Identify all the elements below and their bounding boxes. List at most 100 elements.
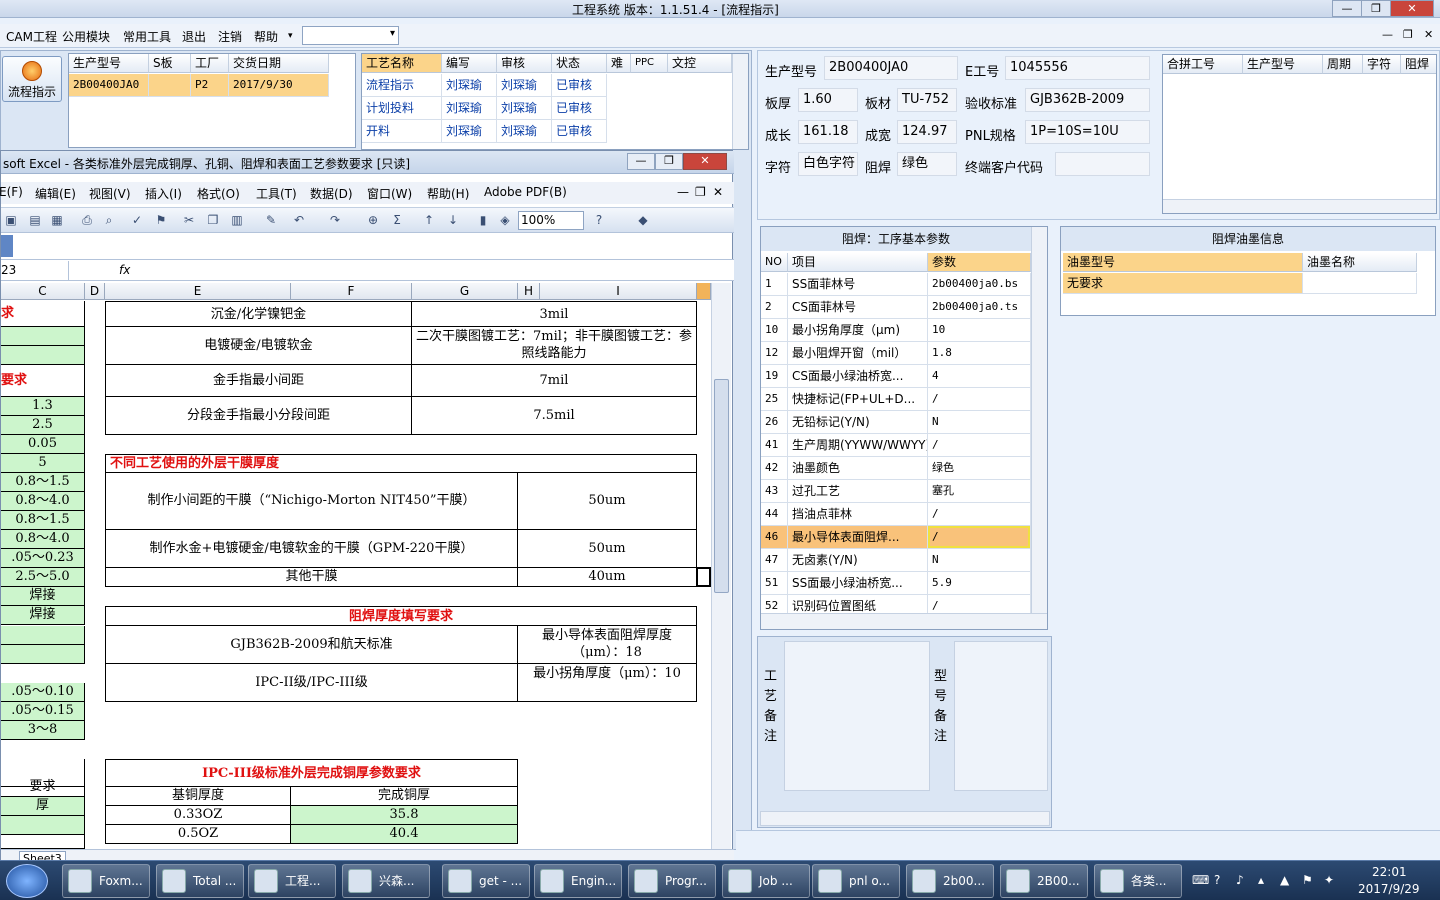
column-header-e[interactable]: E: [105, 283, 291, 300]
col-header[interactable]: 工艺名称: [362, 54, 442, 73]
col-header[interactable]: 审核: [497, 54, 552, 73]
col-header[interactable]: 状态: [552, 54, 607, 73]
col-header[interactable]: 文控: [668, 54, 732, 73]
excel-mdi-restore[interactable]: ❐: [695, 185, 706, 199]
sheet-cell[interactable]: 制作水金+电镀硬金/电镀软金的干膜（GPM-220干膜）: [105, 530, 518, 568]
sheet-cell[interactable]: 2.5～5.0: [1, 568, 85, 587]
excel-menu-format[interactable]: 格式(O): [197, 185, 240, 202]
excel-menu-insert[interactable]: 插入(I): [145, 185, 182, 202]
excel-mdi-minimize[interactable]: —: [677, 185, 689, 199]
table-cell[interactable]: 刘琛瑜: [442, 97, 497, 120]
app-tray-icon[interactable]: ✦: [1324, 873, 1334, 887]
sheet-cell[interactable]: GJB362B-2009和航天标准: [105, 626, 518, 664]
col-header[interactable]: 难: [607, 54, 631, 73]
excel-menu-pdf[interactable]: Adobe PDF(B): [484, 185, 567, 199]
drawing-icon[interactable]: ◈: [497, 212, 513, 228]
help-arrow-icon[interactable]: ▾: [288, 31, 293, 41]
vertical-scrollbar[interactable]: [1031, 227, 1047, 613]
print-preview-icon[interactable]: ▦: [49, 212, 65, 228]
toolbar-handle[interactable]: [1, 235, 13, 257]
param-cell[interactable]: 43: [761, 480, 788, 503]
sheet-cell[interactable]: .05～0.23: [1, 549, 85, 568]
column-header-d[interactable]: D: [85, 283, 105, 300]
table-cell[interactable]: 2017/9/30: [229, 74, 329, 97]
sheet-cell[interactable]: [1, 327, 85, 346]
excel-mdi-close[interactable]: ✕: [713, 185, 723, 199]
maximize-button[interactable]: ❐: [1361, 0, 1391, 17]
taskbar-item[interactable]: Foxm...: [62, 864, 150, 898]
col-header[interactable]: 生产型号: [69, 54, 149, 73]
sheet-cell[interactable]: 完成铜厚: [291, 787, 518, 806]
col-header[interactable]: 参数: [928, 253, 1031, 272]
width-field[interactable]: 124.97: [897, 120, 957, 144]
network-icon[interactable]: ▲: [1280, 873, 1289, 887]
excel-minimize-button[interactable]: —: [627, 153, 655, 170]
permission-icon[interactable]: ▤: [27, 212, 43, 228]
table-cell[interactable]: 开料: [362, 120, 442, 143]
param-cell[interactable]: 44: [761, 503, 788, 526]
start-button[interactable]: [6, 864, 48, 898]
prod-model-field[interactable]: 2B00400JA0: [824, 56, 958, 80]
minimize-button[interactable]: —: [1332, 0, 1362, 17]
sheet-cell[interactable]: 制作小间距的干膜（“Nichigo-Morton NIT450”干膜）: [105, 473, 518, 530]
param-cell[interactable]: /: [928, 434, 1031, 457]
param-cell[interactable]: /: [928, 526, 1031, 549]
param-cell[interactable]: N: [928, 549, 1031, 572]
param-cell[interactable]: 10: [928, 319, 1031, 342]
col-header[interactable]: 油墨型号: [1063, 253, 1303, 272]
column-header-i[interactable]: I: [540, 283, 697, 300]
clock-date[interactable]: 2017/9/29: [1358, 882, 1420, 896]
param-cell[interactable]: N: [928, 411, 1031, 434]
horizontal-scrollbar[interactable]: [760, 811, 1050, 826]
excel-menu-help[interactable]: 帮助(H): [427, 185, 469, 202]
horizontal-scrollbar[interactable]: [1163, 199, 1436, 213]
excel-menu-file[interactable]: E(F): [0, 185, 23, 199]
char-field[interactable]: 白色字符: [798, 152, 858, 176]
sheet-cell[interactable]: 40um: [518, 568, 697, 587]
col-header[interactable]: 编写: [442, 54, 497, 73]
param-cell[interactable]: 最小拐角厚度（μm): [788, 319, 928, 342]
mdi-restore-button[interactable]: ❐: [1403, 28, 1413, 41]
clock-time[interactable]: 22:01: [1372, 865, 1407, 879]
sheet-cell[interactable]: 焊接: [1, 606, 85, 625]
sheet-cell[interactable]: 最小导体表面阻焊厚度（μm）：18: [518, 626, 697, 664]
table-cell[interactable]: 已审核: [552, 97, 607, 120]
sheet-cell[interactable]: 2.5: [1, 416, 85, 435]
col-header[interactable]: 合拼工号: [1163, 55, 1243, 74]
excel-menu-edit[interactable]: 编辑(E): [35, 185, 76, 202]
table-cell[interactable]: 已审核: [552, 120, 607, 143]
taskbar-item[interactable]: get - ...: [442, 864, 530, 898]
keyboard-icon[interactable]: ⌨: [1192, 873, 1209, 887]
param-cell[interactable]: 19: [761, 365, 788, 388]
sheet-cell[interactable]: 基铜厚度: [105, 787, 291, 806]
column-header-f[interactable]: F: [291, 283, 412, 300]
excel-maximize-button[interactable]: ❐: [655, 153, 683, 170]
name-box[interactable]: 23: [1, 261, 69, 280]
cut-icon[interactable]: ✂: [181, 212, 197, 228]
sheet-cell[interactable]: 0.5OZ: [105, 825, 291, 844]
param-cell[interactable]: 塞孔: [928, 480, 1031, 503]
table-cell[interactable]: 刘琛瑜: [497, 74, 552, 97]
table-cell[interactable]: 无要求: [1063, 273, 1303, 294]
preview-icon[interactable]: ⌕: [101, 212, 117, 228]
standard-field[interactable]: GJB362B-2009: [1025, 88, 1150, 112]
sheet-cell[interactable]: [1, 645, 85, 664]
customer-field[interactable]: [1055, 152, 1150, 176]
param-cell[interactable]: 10: [761, 319, 788, 342]
material-field[interactable]: TU-752: [897, 88, 957, 112]
scroll-thumb[interactable]: [714, 379, 729, 593]
param-cell[interactable]: 无铅标记(Y/N): [788, 411, 928, 434]
mdi-minimize-button[interactable]: —: [1382, 28, 1393, 41]
param-cell[interactable]: /: [928, 503, 1031, 526]
param-cell[interactable]: 46: [761, 526, 788, 549]
param-cell[interactable]: 5.9: [928, 572, 1031, 595]
model-note-field[interactable]: [954, 641, 1048, 791]
table-cell[interactable]: 刘琛瑜: [497, 97, 552, 120]
sheet-cell[interactable]: 其他干膜: [105, 568, 518, 587]
table-cell[interactable]: 刘琛瑜: [442, 120, 497, 143]
taskbar-item[interactable]: Total ...: [156, 864, 244, 898]
taskbar-item[interactable]: 工程...: [248, 864, 336, 898]
excel-vertical-scrollbar[interactable]: [711, 283, 731, 851]
col-header[interactable]: 字符: [1363, 55, 1401, 74]
col-header[interactable]: 交货日期: [229, 54, 329, 73]
